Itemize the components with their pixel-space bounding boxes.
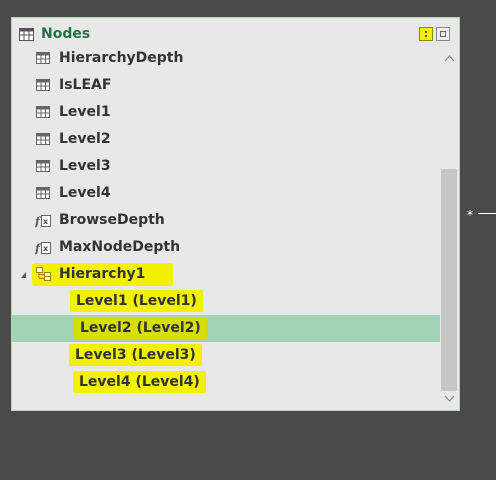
scroll-down-icon[interactable] (440, 388, 459, 408)
field-label: Level4 (59, 185, 111, 201)
scrollbar-thumb[interactable] (441, 169, 457, 391)
field-item[interactable]: Level3 (12, 153, 440, 180)
svg-text:x: x (43, 244, 49, 253)
field-label: BrowseDepth (59, 212, 165, 228)
relationship-cardinality: * (467, 208, 473, 222)
hierarchy-item[interactable]: Hierarchy1 (12, 261, 440, 288)
table-icon (19, 28, 34, 41)
field-label: Level1 (59, 104, 111, 120)
svg-text:x: x (43, 217, 49, 226)
column-icon (36, 160, 50, 172)
svg-text:f: f (35, 242, 42, 255)
field-item[interactable]: Level2 (12, 126, 440, 153)
column-icon (36, 133, 50, 145)
field-item[interactable]: IsLEAF (12, 72, 440, 99)
field-item[interactable]: HierarchyDepth (12, 45, 440, 72)
field-label: Level2 (59, 131, 111, 147)
vertical-scrollbar[interactable] (440, 45, 459, 410)
field-item[interactable]: fx MaxNodeDepth (12, 234, 440, 261)
field-item[interactable]: Level4 (12, 180, 440, 207)
maximize-button[interactable] (436, 27, 450, 41)
collapse-icon (425, 31, 427, 33)
hierarchy-level-label: Level4 (Level4) (73, 371, 206, 393)
hierarchy-level-label: Level2 (Level2) (74, 317, 207, 339)
hierarchy-level-item[interactable]: Level1 (Level1) (12, 288, 440, 315)
collapse-button[interactable] (419, 27, 433, 41)
hierarchy-icon (36, 267, 51, 281)
svg-text:f: f (35, 215, 42, 228)
column-icon (36, 187, 50, 199)
field-label: Level3 (59, 158, 111, 174)
scroll-up-icon[interactable] (440, 49, 459, 69)
column-icon (36, 106, 50, 118)
hierarchy-label: Hierarchy1 (59, 266, 146, 282)
field-item[interactable]: fx BrowseDepth (12, 207, 440, 234)
table-title: Nodes (41, 26, 91, 42)
field-item[interactable]: Level1 (12, 99, 440, 126)
measure-icon: fx (35, 215, 51, 228)
hierarchy-level-label: Level1 (Level1) (70, 290, 203, 312)
hierarchy-level-item[interactable]: Level4 (Level4) (12, 369, 440, 396)
measure-icon: fx (35, 242, 51, 255)
hierarchy-level-label: Level3 (Level3) (69, 344, 202, 366)
table-card-nodes[interactable]: Nodes HierarchyDepth IsLEAF Level1 Level… (11, 17, 460, 411)
field-label: HierarchyDepth (59, 50, 184, 66)
relationship-line[interactable] (478, 213, 496, 214)
column-icon (36, 79, 50, 91)
maximize-icon (440, 31, 446, 37)
column-icon (36, 52, 50, 64)
field-label: MaxNodeDepth (59, 239, 181, 255)
hierarchy-level-item[interactable]: Level3 (Level3) (12, 342, 440, 369)
hierarchy-level-item-selected[interactable]: Level2 (Level2) (12, 315, 440, 342)
collapse-triangle-icon[interactable] (21, 272, 26, 278)
field-label: IsLEAF (59, 77, 112, 93)
